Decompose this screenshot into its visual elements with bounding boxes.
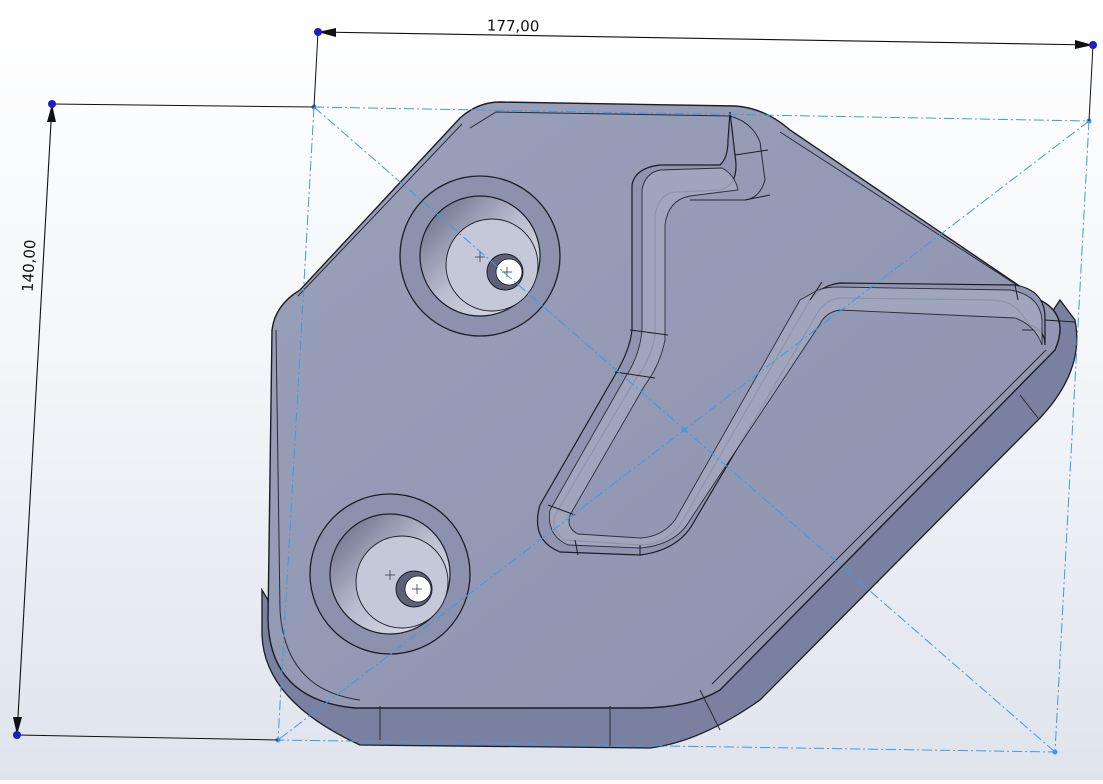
dimension-handle-right[interactable] [1089, 41, 1097, 49]
counterbore-hole-lower[interactable] [309, 493, 471, 655]
counterbore-hole-upper[interactable] [399, 175, 561, 337]
dimension-handle-left[interactable] [314, 28, 322, 36]
dimension-width-line [317, 31, 1094, 46]
dimension-height-extension-top [51, 103, 315, 108]
dimension-handle-bottom[interactable] [13, 731, 21, 739]
cad-graphics-viewport[interactable]: 177,00 140,00 [0, 0, 1103, 780]
dimension-width-extension-left [313, 31, 319, 108]
dimension-height-extension-bottom [16, 734, 279, 741]
dimension-width-value[interactable]: 177,00 [487, 17, 540, 36]
model-view[interactable]: 177,00 140,00 [0, 0, 1103, 780]
dimension-handle-top[interactable] [48, 100, 56, 108]
dimension-height-line [16, 103, 53, 736]
dimension-height-value[interactable]: 140,00 [19, 239, 40, 292]
dimension-width-extension-right [1088, 44, 1094, 122]
